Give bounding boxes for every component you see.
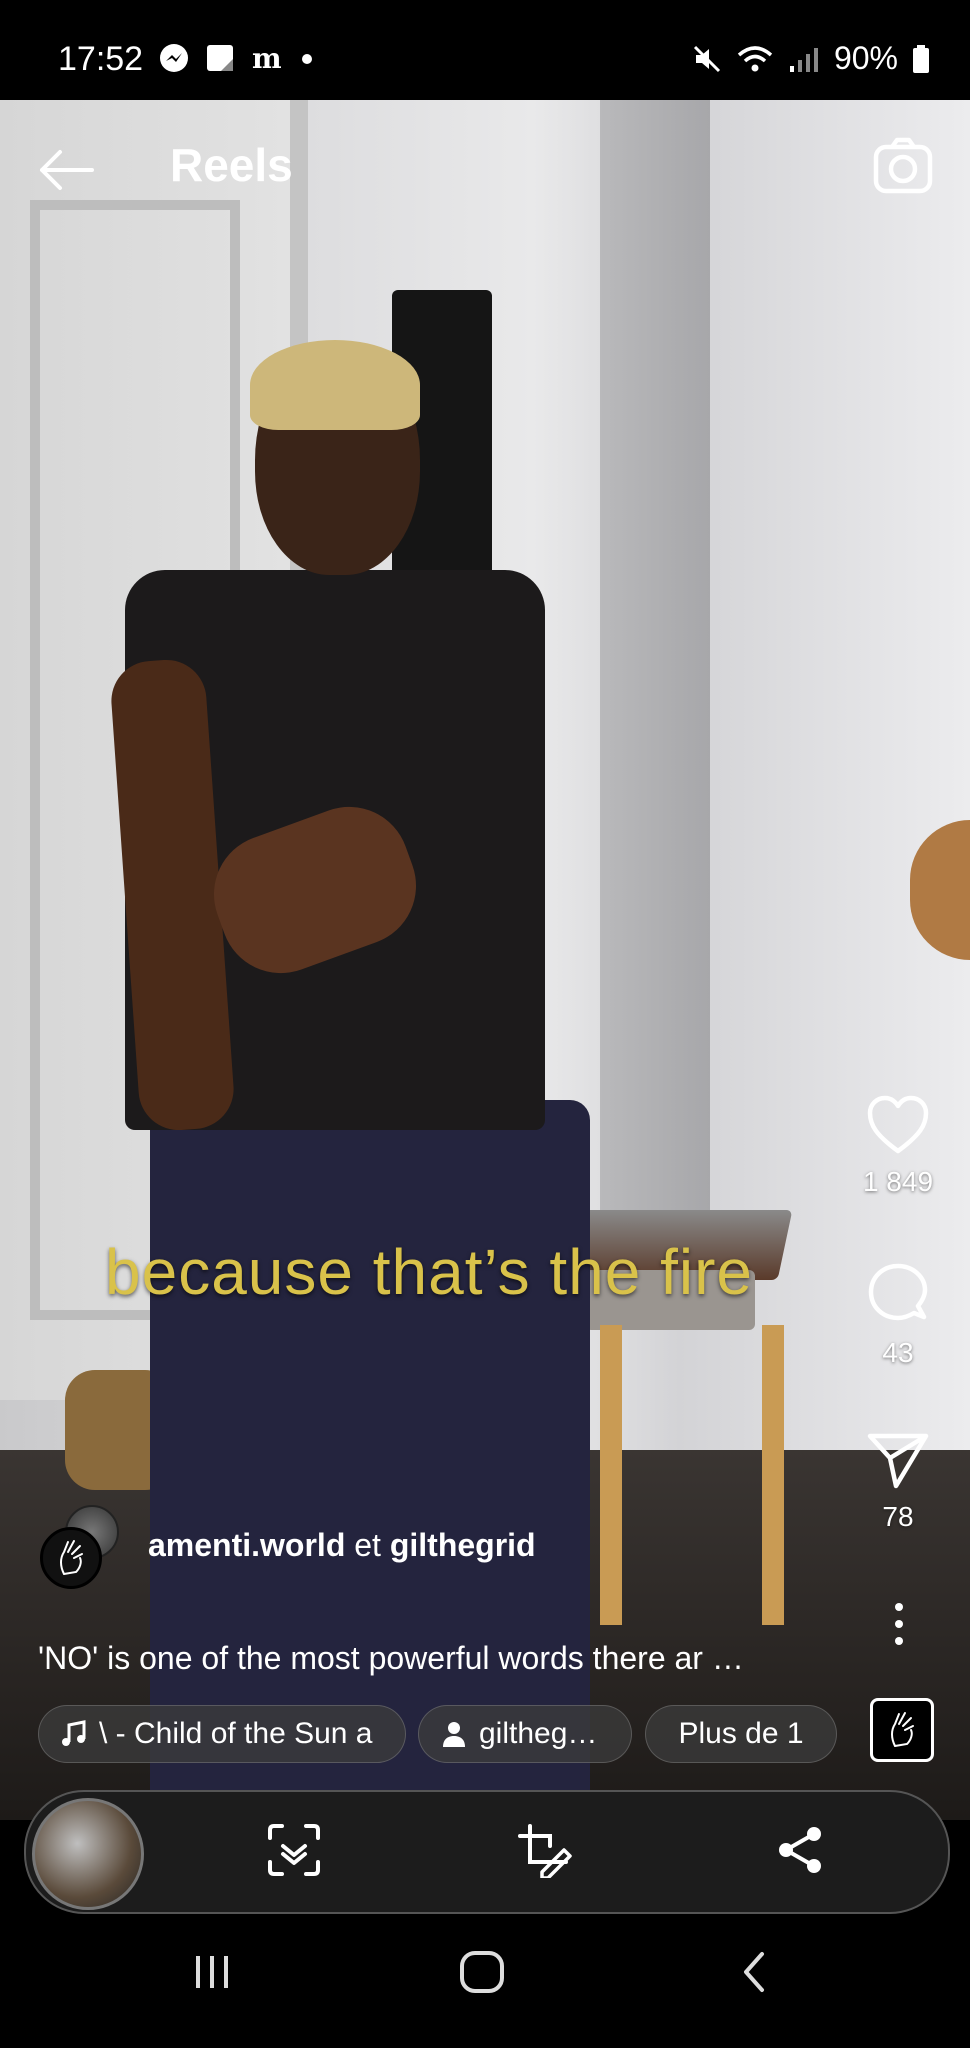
back-icon[interactable] xyxy=(738,1950,768,1994)
author-primary[interactable]: amenti.world xyxy=(148,1527,345,1563)
status-bar: 17:52 m 90% xyxy=(0,0,970,100)
signal-icon xyxy=(789,47,818,72)
reel-caption[interactable]: 'NO' is one of the most powerful words t… xyxy=(38,1640,744,1677)
tagged-user-label: giltheg… xyxy=(479,1717,598,1750)
send-icon[interactable] xyxy=(866,1432,930,1490)
home-icon[interactable] xyxy=(458,1950,506,1994)
floating-media-bar xyxy=(24,1790,950,1914)
share-count: 78 xyxy=(882,1501,914,1532)
author-names[interactable]: amenti.world et gilthegrid xyxy=(148,1527,536,1564)
tagged-user-chip[interactable]: giltheg… xyxy=(418,1705,632,1763)
notification-icons: m xyxy=(158,42,314,74)
like-action[interactable]: 1 849 xyxy=(862,1095,934,1198)
share-action[interactable]: 78 xyxy=(862,1432,934,1533)
battery-icon xyxy=(913,44,929,73)
author-avatars[interactable] xyxy=(40,1505,119,1589)
comment-count: 43 xyxy=(882,1337,914,1368)
mute-icon xyxy=(693,45,721,72)
crop-edit-icon[interactable] xyxy=(516,1822,572,1878)
svg-text:m: m xyxy=(252,42,282,74)
music-note-icon xyxy=(62,1720,86,1746)
camera-icon[interactable] xyxy=(872,135,934,197)
page-title: Reels xyxy=(170,139,293,191)
notes-icon xyxy=(207,45,233,71)
more-chip[interactable]: Plus de 1 xyxy=(645,1705,837,1763)
author-joiner: et xyxy=(354,1526,381,1563)
share-icon[interactable] xyxy=(772,1822,828,1878)
author-secondary[interactable]: gilthegrid xyxy=(390,1527,536,1563)
dot-icon xyxy=(302,54,312,64)
like-count: 1 849 xyxy=(862,1166,934,1197)
comment-icon[interactable] xyxy=(866,1262,930,1326)
music-label: \ - Child of the Sun a xyxy=(99,1717,373,1750)
messenger-icon xyxy=(160,44,188,72)
more-chip-label: Plus de 1 xyxy=(678,1717,804,1750)
wifi-icon xyxy=(737,45,773,71)
audio-thumbnail[interactable] xyxy=(870,1698,934,1762)
battery-percent: 90% xyxy=(833,40,898,76)
media-thumbnail[interactable] xyxy=(32,1798,144,1910)
avatar[interactable] xyxy=(40,1527,102,1589)
author-row[interactable]: amenti.world et gilthegrid xyxy=(40,1505,536,1589)
scan-icon[interactable] xyxy=(266,1822,322,1878)
hand-logo-icon xyxy=(891,1712,914,1747)
person-icon xyxy=(443,1722,465,1747)
background-pillar xyxy=(600,100,710,1240)
recent-apps-icon[interactable] xyxy=(190,1950,234,1994)
hand-logo-icon xyxy=(60,1540,83,1575)
system-icons: 90% xyxy=(692,40,930,77)
video-subtitle: because that’s the fire xyxy=(105,1236,753,1308)
music-chip[interactable]: \ - Child of the Sun a xyxy=(38,1705,406,1763)
status-time: 17:52 xyxy=(58,40,144,78)
heart-icon[interactable] xyxy=(866,1095,930,1155)
m-icon: m xyxy=(252,42,282,74)
system-nav-bar xyxy=(0,1920,970,2048)
more-options-icon[interactable] xyxy=(892,1602,906,1646)
comment-action[interactable]: 43 xyxy=(862,1262,934,1369)
back-arrow-icon[interactable] xyxy=(36,145,96,195)
